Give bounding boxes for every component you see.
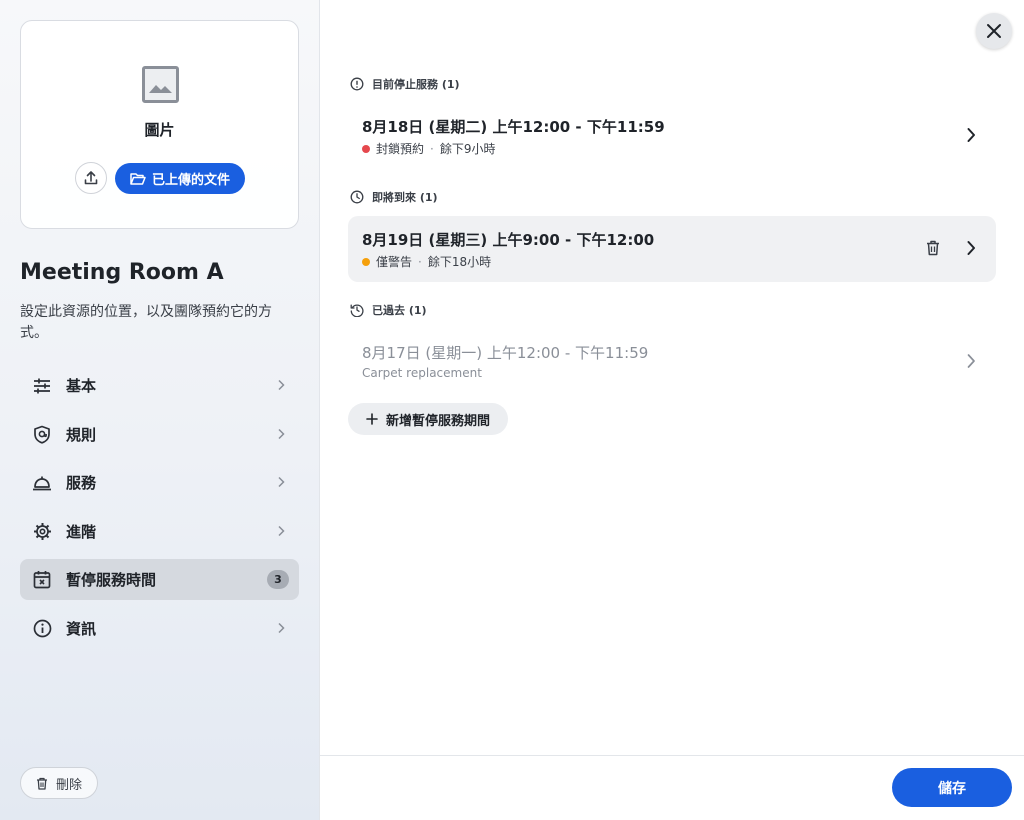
status-label: 僅警告: [376, 255, 413, 269]
blackout-row-past[interactable]: 8月17日 (星期一) 上午12:00 - 下午11:59 Carpet rep…: [348, 329, 996, 395]
chevron-right-icon: [967, 354, 975, 368]
section-past-heading: 已過去 (1): [350, 302, 427, 318]
sidebar-item-info[interactable]: 資訊: [20, 608, 299, 649]
clock-icon: [350, 190, 364, 204]
image-placeholder-icon: [142, 66, 179, 103]
trash-icon: [36, 777, 47, 790]
resource-description: 設定此資源的位置，以及團隊預約它的方式。: [20, 304, 272, 341]
sidebar-item-advanced[interactable]: 進階: [20, 511, 299, 552]
image-upload-card: 圖片 已上傳的文件: [20, 20, 299, 229]
row-note: Carpet replacement: [362, 366, 482, 380]
calendar-x-icon: [32, 570, 52, 590]
sidebar-item-label: 規則: [66, 425, 97, 444]
sidebar-item-label: 進階: [66, 522, 97, 541]
sidebar-item-label: 資訊: [66, 619, 97, 638]
folder-open-icon: [130, 172, 146, 185]
row-status: 僅警告 · 餘下18小時: [362, 253, 491, 270]
separator-dot: ·: [430, 141, 434, 156]
chevron-right-icon: [278, 622, 285, 633]
remaining-time: 餘下9小時: [439, 142, 496, 156]
delete-button[interactable]: 刪除: [20, 767, 98, 799]
image-label: 圖片: [144, 121, 175, 139]
chevron-right-icon: [278, 428, 285, 439]
blackout-row-current[interactable]: 8月18日 (星期二) 上午12:00 - 下午11:59 封鎖預約 · 餘下9…: [348, 103, 996, 169]
sidebar-item-label: 服務: [66, 474, 97, 492]
alert-circle-icon: [350, 77, 364, 91]
chevron-right-icon: [278, 476, 285, 488]
add-blackout-period-button[interactable]: 新增暫停服務期間: [348, 403, 508, 435]
separator-dot: ·: [418, 254, 422, 269]
service-bell-icon: [32, 473, 52, 493]
trash-icon[interactable]: [926, 240, 940, 256]
chevron-right-icon: [967, 241, 975, 255]
status-label: 封鎖預約: [376, 142, 425, 156]
status-dot-red: [362, 144, 370, 153]
uploaded-files-button[interactable]: 已上傳的文件: [115, 163, 245, 194]
history-icon: [350, 304, 364, 317]
row-title: 8月18日 (星期二) 上午12:00 - 下午11:59: [362, 118, 665, 136]
chevron-right-icon: [967, 128, 975, 142]
sliders-icon: [32, 376, 52, 396]
row-status: 封鎖預約 · 餘下9小時: [362, 140, 495, 157]
resource-title: Meeting Room A: [20, 260, 224, 285]
sidebar-item-label: 暫停服務時間: [66, 571, 157, 589]
row-title: 8月17日 (星期一) 上午12:00 - 下午11:59: [362, 344, 649, 362]
sidebar-item-blackout-times[interactable]: 暫停服務時間 3: [20, 559, 299, 600]
close-icon: [987, 24, 1001, 38]
add-blackout-period-label: 新增暫停服務期間: [385, 413, 490, 429]
info-icon: [32, 618, 52, 638]
sidebar-nav: 基本 規則 服務 進階 暫停服務時間 3 資訊: [20, 365, 299, 656]
remaining-time: 餘下18小時: [427, 255, 492, 269]
shield-icon: [32, 424, 52, 444]
upload-button[interactable]: [75, 162, 107, 194]
gear-icon: [32, 521, 52, 541]
count-badge: 3: [267, 570, 289, 589]
sidebar: 圖片 已上傳的文件 Meeting Room A 設定此資源的位置，以及團隊預約…: [0, 0, 320, 820]
uploaded-files-label: 已上傳的文件: [151, 173, 230, 188]
section-past-label: 已過去 (1): [372, 304, 427, 317]
chevron-right-icon: [278, 525, 285, 536]
delete-label: 刪除: [55, 777, 82, 793]
section-upcoming-heading: 即將到來 (1): [350, 189, 438, 205]
sidebar-item-services[interactable]: 服務: [20, 462, 299, 503]
section-upcoming-label: 即將到來 (1): [372, 191, 438, 204]
sidebar-item-rules[interactable]: 規則: [20, 414, 299, 455]
upload-icon: [84, 171, 98, 185]
chevron-right-icon: [278, 379, 285, 391]
plus-icon: [366, 413, 378, 425]
blackout-row-upcoming[interactable]: 8月19日 (星期三) 上午9:00 - 下午12:00 僅警告 · 餘下18小…: [348, 216, 996, 282]
section-current-heading: 目前停止服務 (1): [350, 76, 460, 92]
sidebar-item-basic[interactable]: 基本: [20, 365, 299, 406]
sidebar-item-label: 基本: [66, 377, 97, 395]
row-title: 8月19日 (星期三) 上午9:00 - 下午12:00: [362, 231, 655, 249]
save-button[interactable]: 儲存: [892, 768, 1012, 807]
status-dot-orange: [362, 257, 370, 266]
close-button[interactable]: [976, 13, 1012, 49]
section-current-label: 目前停止服務 (1): [372, 78, 460, 91]
